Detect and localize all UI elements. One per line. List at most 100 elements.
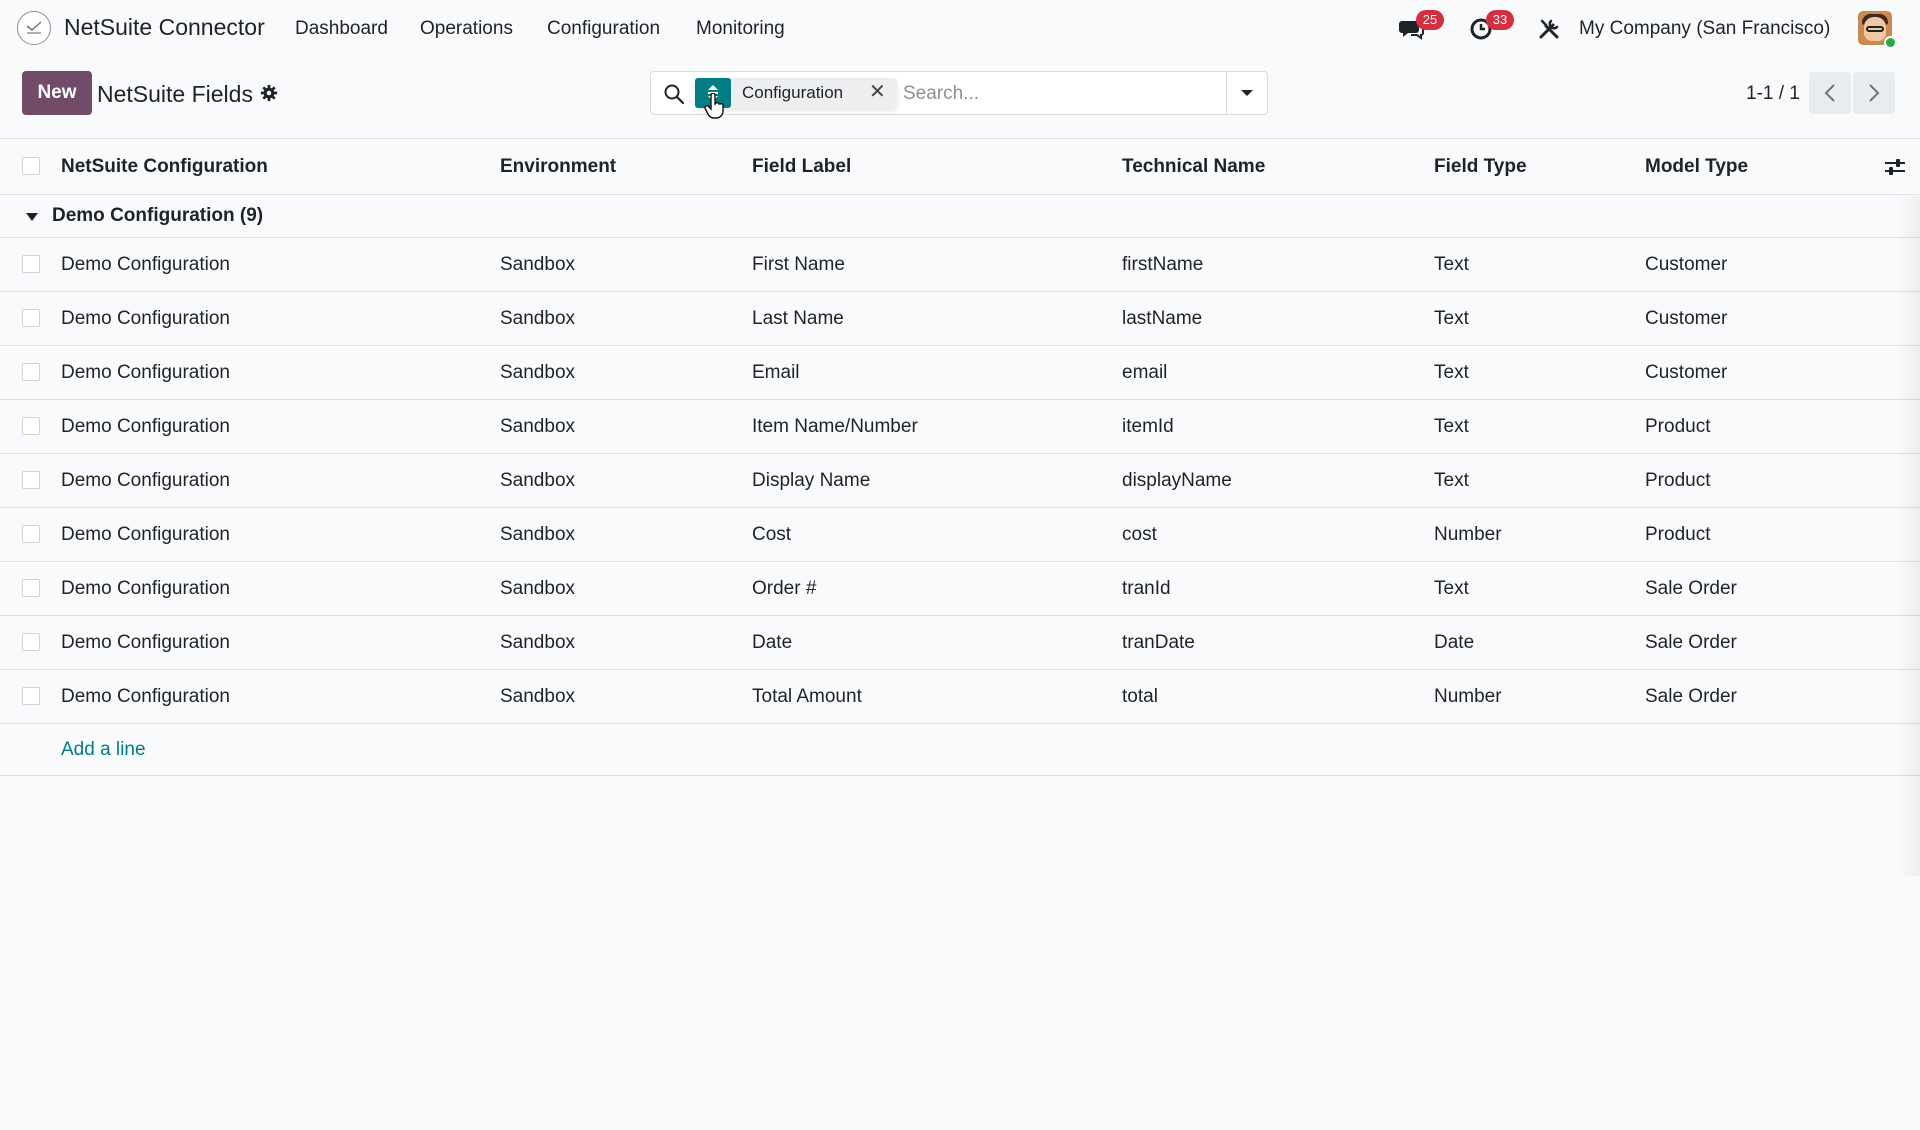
activities-button[interactable]: 33 — [1466, 10, 1514, 44]
user-avatar[interactable] — [1858, 11, 1897, 49]
search-options-toggle[interactable] — [1226, 72, 1267, 114]
table-row[interactable]: Demo Configuration Sandbox Date tranDate Dat… — [0, 616, 1920, 670]
row-checkbox[interactable] — [22, 254, 40, 273]
optional-columns-icon[interactable] — [1884, 157, 1906, 177]
environment-cell: Sandbox — [500, 685, 576, 707]
field-label-cell: Email — [752, 361, 800, 383]
field-label-cell: Date — [752, 631, 793, 653]
technical-name-cell: displayName — [1122, 469, 1232, 491]
select-all-checkbox[interactable] — [22, 156, 40, 175]
table-row[interactable]: Demo Configuration Sandbox Total Amount tot… — [0, 670, 1920, 724]
technical-name-cell: tranDate — [1122, 631, 1195, 653]
configuration-cell: Demo Configuration — [61, 685, 230, 707]
table-row[interactable]: Demo Configuration Sandbox Email email Text C… — [0, 346, 1920, 400]
configuration-cell: Demo Configuration — [61, 631, 230, 653]
technical-name-cell: firstName — [1122, 253, 1204, 275]
environment-cell: Sandbox — [500, 253, 576, 275]
row-checkbox[interactable] — [22, 524, 40, 543]
facet-remove-icon[interactable]: ✕ — [869, 82, 886, 102]
gear-icon[interactable] — [260, 84, 278, 102]
online-status-dot — [1884, 36, 1897, 49]
row-checkbox[interactable] — [22, 362, 40, 381]
configuration-cell: Demo Configuration — [61, 415, 230, 437]
messages-badge: 25 — [1416, 10, 1444, 30]
environment-cell: Sandbox — [500, 577, 576, 599]
caret-down-icon — [1241, 90, 1253, 96]
row-checkbox[interactable] — [22, 470, 40, 489]
column-header-environment[interactable]: Environment — [500, 139, 616, 194]
chevron-right-icon — [1869, 84, 1880, 102]
field-label-cell: Order # — [752, 577, 817, 599]
table-row[interactable]: Demo Configuration Sandbox First Name first… — [0, 238, 1920, 292]
debug-tools-button[interactable] — [1534, 14, 1564, 44]
menu-operations[interactable]: Operations — [420, 18, 513, 40]
top-navbar: NetSuite Connector Dashboard Operations … — [0, 0, 1920, 58]
column-header-field-type[interactable]: Field Type — [1434, 139, 1527, 194]
table-row[interactable]: Demo Configuration Sandbox Last Name lastNa… — [0, 292, 1920, 346]
model-type-cell: Product — [1645, 469, 1711, 491]
model-type-cell: Product — [1645, 415, 1711, 437]
add-line-row: Add a line — [0, 724, 1920, 776]
list-view: NetSuite Configuration Environment Field… — [0, 138, 1920, 776]
group-by-icon — [695, 78, 731, 108]
model-type-cell: Customer — [1645, 307, 1728, 329]
chevron-left-icon — [1824, 84, 1835, 102]
row-checkbox[interactable] — [22, 308, 40, 327]
environment-cell: Sandbox — [500, 307, 576, 329]
table-row[interactable]: Demo Configuration Sandbox Display Name dis… — [0, 454, 1920, 508]
column-header-technical-name[interactable]: Technical Name — [1122, 139, 1265, 194]
configuration-cell: Demo Configuration — [61, 253, 230, 275]
scrollbar-track[interactable] — [1898, 196, 1920, 876]
row-checkbox[interactable] — [22, 578, 40, 597]
table-header-row: NetSuite Configuration Environment Field… — [0, 138, 1920, 195]
table-row[interactable]: Demo Configuration Sandbox Cost cost Number P… — [0, 508, 1920, 562]
technical-name-cell: itemId — [1122, 415, 1174, 437]
pager-previous-button[interactable] — [1809, 72, 1851, 114]
environment-cell: Sandbox — [500, 361, 576, 383]
technical-name-cell: tranId — [1122, 577, 1171, 599]
environment-cell: Sandbox — [500, 469, 576, 491]
row-checkbox[interactable] — [22, 416, 40, 435]
configuration-cell: Demo Configuration — [61, 361, 230, 383]
menu-configuration[interactable]: Configuration — [547, 18, 660, 40]
group-row[interactable]: Demo Configuration (9) — [0, 195, 1920, 238]
column-header-field-label[interactable]: Field Label — [752, 139, 851, 194]
configuration-cell: Demo Configuration — [61, 523, 230, 545]
add-line-link[interactable]: Add a line — [61, 724, 146, 775]
field-type-cell: Number — [1434, 685, 1502, 707]
row-checkbox[interactable] — [22, 632, 40, 651]
field-type-cell: Text — [1434, 307, 1469, 329]
pager-next-button[interactable] — [1853, 72, 1895, 114]
model-type-cell: Sale Order — [1645, 631, 1737, 653]
search-icon[interactable] — [663, 83, 685, 105]
column-header-model-type[interactable]: Model Type — [1645, 139, 1748, 194]
pager-value[interactable]: 1-1 / 1 — [1746, 83, 1800, 105]
new-button[interactable]: New — [22, 71, 92, 115]
field-type-cell: Text — [1434, 469, 1469, 491]
table-row[interactable]: Demo Configuration Sandbox Item Name/Numbe… — [0, 400, 1920, 454]
menu-monitoring[interactable]: Monitoring — [696, 18, 785, 40]
field-label-cell: Last Name — [752, 307, 844, 329]
table-body: Demo Configuration Sandbox First Name first… — [0, 238, 1920, 724]
facet-label: Configuration — [742, 83, 844, 102]
company-switcher[interactable]: My Company (San Francisco) — [1579, 18, 1830, 40]
search-facet-groupby[interactable]: Configuration ✕ — [695, 78, 897, 108]
search-input[interactable] — [901, 78, 1205, 110]
field-type-cell: Text — [1434, 415, 1469, 437]
row-checkbox[interactable] — [22, 686, 40, 705]
model-type-cell: Sale Order — [1645, 577, 1737, 599]
menu-dashboard[interactable]: Dashboard — [295, 18, 388, 40]
caret-down-icon — [26, 213, 38, 221]
table-row[interactable]: Demo Configuration Sandbox Order # tranId Te… — [0, 562, 1920, 616]
technical-name-cell: total — [1122, 685, 1158, 707]
column-header-configuration[interactable]: NetSuite Configuration — [61, 139, 268, 194]
app-logo-icon[interactable] — [17, 11, 51, 45]
environment-cell: Sandbox — [500, 523, 576, 545]
messages-button[interactable]: 25 — [1397, 10, 1444, 44]
model-type-cell: Customer — [1645, 253, 1728, 275]
search-bar: Configuration ✕ — [650, 71, 1268, 115]
app-name[interactable]: NetSuite Connector — [64, 14, 265, 41]
field-type-cell: Date — [1434, 631, 1475, 653]
activities-badge: 33 — [1486, 10, 1514, 30]
field-label-cell: First Name — [752, 253, 845, 275]
